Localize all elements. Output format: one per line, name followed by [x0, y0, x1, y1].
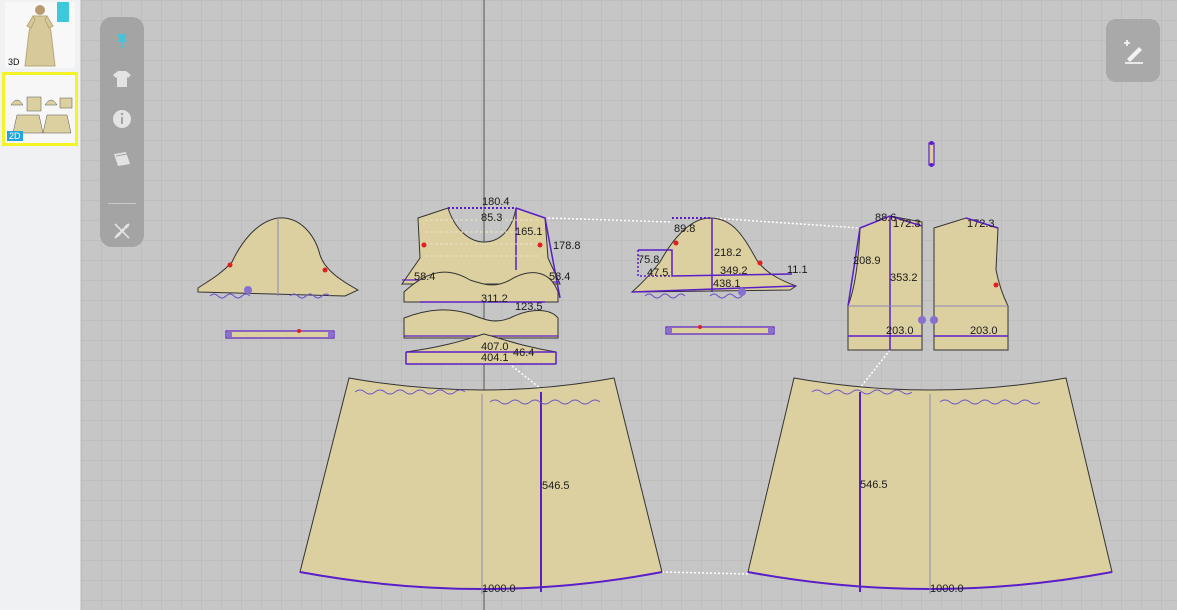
- small-notch-piece[interactable]: [928, 141, 935, 167]
- measurement-label: 165.1: [515, 226, 543, 238]
- measurement-label: 438.1: [713, 278, 741, 290]
- measurement-label: 58.4: [549, 271, 570, 283]
- skirt-front-pattern[interactable]: [299, 377, 663, 594]
- tool-palette: [100, 17, 144, 247]
- measurement-label: 172.3: [893, 218, 921, 230]
- measurement-label: 46.4: [513, 347, 534, 359]
- thumbnail-panel: 3D 2D: [0, 0, 81, 610]
- garment-tool-button[interactable]: [106, 63, 138, 95]
- measurement-label: 178.8: [553, 240, 581, 252]
- measure-off-icon: [114, 223, 130, 239]
- measurement-label: 1000.0: [930, 583, 964, 595]
- measurement-label: 218.2: [714, 247, 742, 259]
- measurement-label: 85.3: [481, 212, 502, 224]
- toolbar-divider: [108, 203, 136, 204]
- measurement-label: 180.4: [482, 196, 510, 208]
- measurement-label: 11.1: [787, 264, 808, 276]
- thumbnail-label: 2D: [7, 131, 23, 141]
- measurement-label: 404.1: [481, 352, 509, 364]
- measurement-label: 203.0: [970, 325, 998, 337]
- measurement-label: 546.5: [860, 479, 888, 491]
- measurement-label: 123.5: [515, 301, 543, 313]
- measurement-label: 546.5: [542, 480, 570, 492]
- pin-tool-button[interactable]: [106, 25, 138, 57]
- pin-icon: [117, 34, 127, 48]
- info-tool-button[interactable]: [106, 103, 138, 135]
- thumbnail-3d-view[interactable]: 3D: [5, 2, 75, 68]
- measurement-label: 172.3: [967, 218, 995, 230]
- skirt-back-pattern[interactable]: [747, 377, 1113, 594]
- measurement-label: 349.2: [720, 265, 748, 277]
- measurement-label: 208.9: [853, 255, 881, 267]
- measurement-label: 353.2: [890, 272, 918, 284]
- measurement-label: 1000.0: [482, 583, 516, 595]
- measurement-label: 58.4: [414, 271, 435, 283]
- measurement-label: 311.2: [481, 293, 508, 305]
- info-icon: [113, 110, 131, 128]
- thumbnail-2d-view[interactable]: 2D: [2, 72, 78, 146]
- measurement-label: 203.0: [886, 325, 914, 337]
- pattern-canvas[interactable]: 180.4 85.3 165.1 178.8 58.4 58.4 311.2 1…: [81, 0, 1177, 610]
- measure-toggle-button[interactable]: [106, 215, 138, 247]
- fabric-tool-button[interactable]: [106, 143, 138, 175]
- fabric-icon: [114, 152, 130, 166]
- garment-icon: [113, 71, 131, 87]
- thumbnail-label: 3D: [8, 57, 20, 67]
- measurement-label: 47.5: [647, 267, 668, 279]
- measurement-label: 89.8: [674, 223, 695, 235]
- add-edit-icon: [1124, 39, 1143, 64]
- measurement-label: 75.8: [638, 254, 659, 266]
- add-edit-button[interactable]: [1106, 19, 1160, 82]
